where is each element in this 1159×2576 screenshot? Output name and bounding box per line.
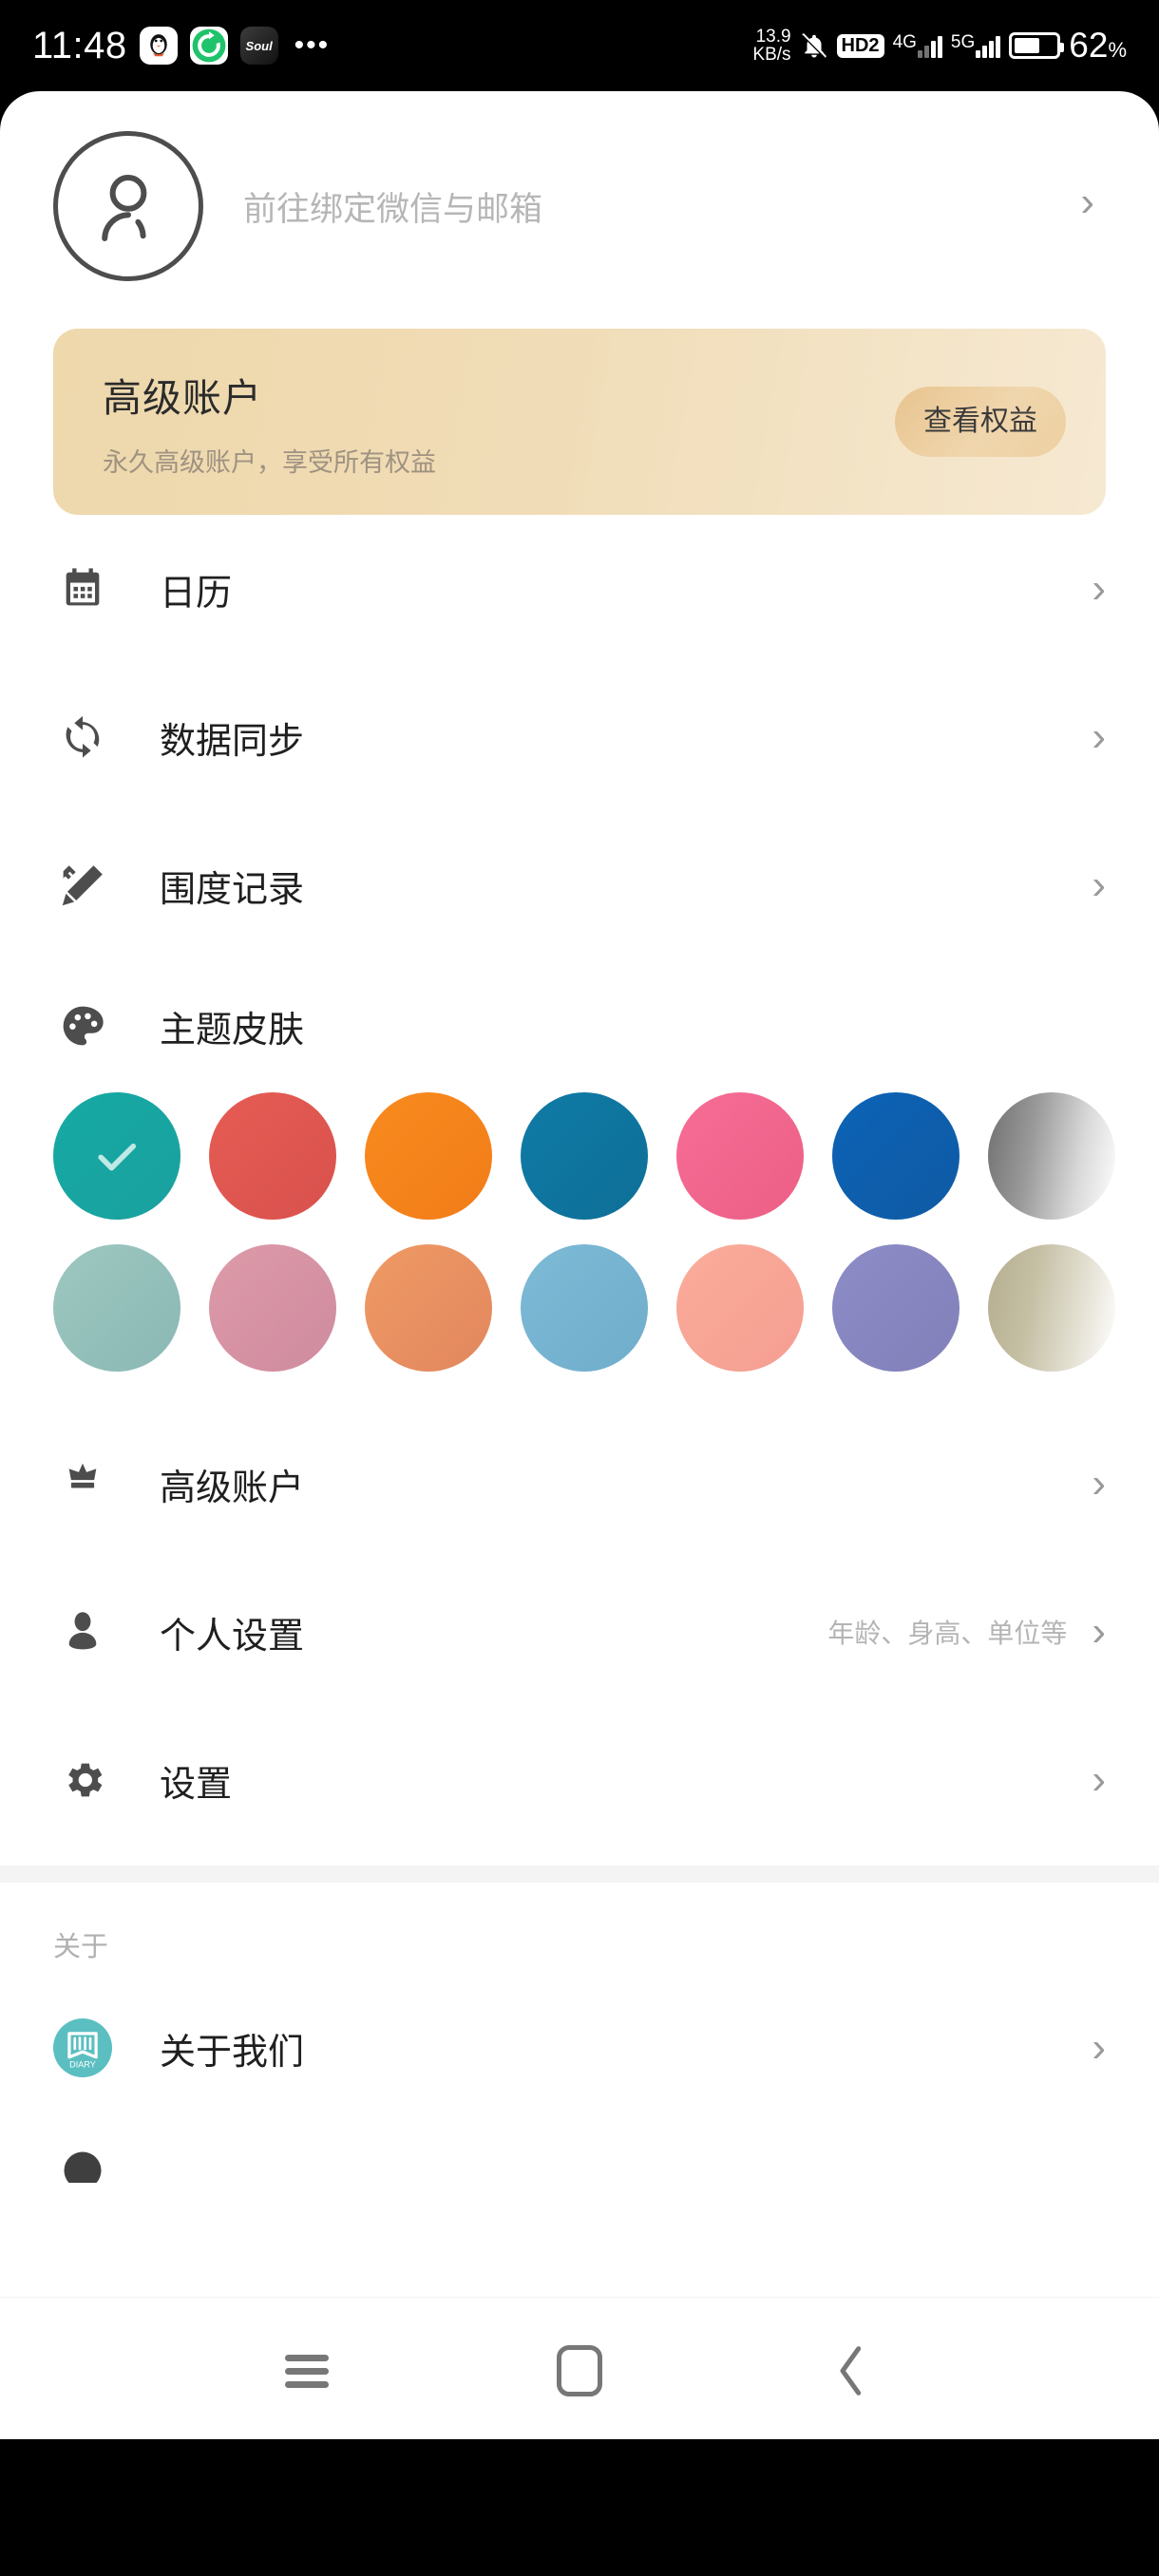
signal-bars-2	[976, 33, 1001, 58]
menu-item-label: 数据同步	[160, 721, 305, 762]
menu-item-measurement-records[interactable]: 围度记录 ›	[53, 811, 1106, 959]
status-bar-left: 11:48 Soul •••	[32, 25, 330, 67]
crown-icon	[53, 1459, 112, 1508]
menu-item-settings[interactable]: 设置 ›	[53, 1706, 1106, 1854]
theme-swatch-teal[interactable]	[53, 1092, 180, 1220]
theme-swatch-khaki-fade[interactable]	[988, 1244, 1115, 1372]
battery-icon	[1009, 32, 1065, 59]
premium-banner-text: 高级账户 永久高级账户，享受所有权益	[103, 366, 436, 479]
chevron-right-icon: ›	[1080, 179, 1094, 225]
premium-banner[interactable]: 高级账户 永久高级账户，享受所有权益 查看权益	[53, 329, 1106, 515]
theme-swatch-pink[interactable]	[676, 1092, 804, 1220]
battery-percent: 62%	[1069, 26, 1127, 66]
signal-4g: 4G	[893, 33, 942, 58]
menu-item-label: 关于我们	[160, 2032, 305, 2073]
sync-green-icon	[189, 27, 228, 65]
battery-unit: %	[1108, 38, 1127, 62]
qq-icon	[139, 27, 178, 65]
palette-icon	[53, 1001, 112, 1051]
android-nav-bar	[0, 2302, 1159, 2439]
theme-swatch-blue-teal[interactable]	[521, 1092, 648, 1220]
person-icon	[53, 1607, 112, 1657]
back-chevron-icon[interactable]	[795, 2333, 909, 2409]
calendar-icon	[53, 564, 112, 614]
premium-banner-subtitle: 永久高级账户，享受所有权益	[103, 447, 436, 477]
battery-value: 62	[1069, 26, 1109, 65]
premium-banner-title: 高级账户	[103, 375, 262, 420]
menu-item-label: 围度记录	[160, 869, 305, 910]
theme-swatch-gray-fade[interactable]	[988, 1092, 1115, 1220]
soul-icon: Soul	[239, 27, 278, 65]
chevron-right-icon: ›	[1092, 565, 1106, 612]
network-speed-value: 13.9	[755, 26, 791, 47]
network-speed: 13.9 KB/s	[752, 26, 791, 65]
theme-swatch-row-1	[0, 1092, 1159, 1220]
avatar[interactable]	[53, 131, 203, 281]
menu-item-theme-skin[interactable]: 主题皮肤	[53, 959, 1106, 1092]
status-time: 11:48	[32, 24, 127, 66]
theme-swatch-periwinkle[interactable]	[832, 1244, 960, 1372]
diary-app-icon-circle: DIARY	[53, 2018, 112, 2077]
menu-item-label: 日历	[160, 573, 233, 614]
menu-item-premium-account[interactable]: 高级账户 ›	[53, 1410, 1106, 1558]
theme-swatch-orange[interactable]	[365, 1092, 492, 1220]
bind-account-text: 前往绑定微信与邮箱	[243, 190, 543, 228]
menu-group-secondary: 高级账户 › 个人设置 年龄、身高、单位等 › 设置 ›	[0, 1410, 1159, 1854]
theme-swatch-strong-blue[interactable]	[832, 1092, 960, 1220]
theme-swatch-light-blue[interactable]	[521, 1244, 648, 1372]
status-bar-right: 13.9 KB/s HD2 4G 5G 62%	[752, 26, 1127, 66]
recent-apps-icon[interactable]	[250, 2333, 364, 2409]
theme-swatch-soft-orange[interactable]	[365, 1244, 492, 1372]
menu-item-label: 设置	[160, 1764, 233, 1805]
chevron-right-icon: ›	[1092, 2024, 1106, 2071]
ruler-pencil-icon	[53, 861, 112, 910]
chevron-right-icon: ›	[1092, 1460, 1106, 1506]
menu-item-hint: 年龄、身高、单位等	[827, 1619, 1068, 1648]
network-label-4g: 4G	[892, 32, 917, 52]
chevron-right-icon: ›	[1092, 1756, 1106, 1803]
menu-item-partial-cutoff[interactable]	[53, 2122, 1106, 2183]
scroll-container[interactable]: 前往绑定微信与邮箱 › 高级账户 永久高级账户，享受所有权益 查看权益 日历 ›…	[0, 91, 1159, 2297]
network-speed-unit: KB/s	[752, 45, 791, 65]
menu-group-about: DIARY 关于我们 ›	[0, 1974, 1159, 2183]
menu-group-primary: 日历 › 数据同步 › 围度记录 › 主题皮肤	[0, 515, 1159, 1092]
view-benefits-button[interactable]: 查看权益	[895, 387, 1066, 457]
theme-swatch-dusty-pink[interactable]	[209, 1244, 336, 1372]
theme-swatch-salmon[interactable]	[676, 1244, 804, 1372]
menu-item-calendar[interactable]: 日历 ›	[53, 515, 1106, 663]
signal-5g: 5G	[950, 32, 1001, 58]
mute-bell-icon	[800, 31, 828, 60]
app-sheet: 前往绑定微信与邮箱 › 高级账户 永久高级账户，享受所有权益 查看权益 日历 ›…	[0, 91, 1159, 2439]
check-icon	[98, 1143, 137, 1171]
hd-badge: HD2	[836, 33, 884, 58]
menu-item-personal-settings[interactable]: 个人设置 年龄、身高、单位等 ›	[53, 1558, 1106, 1706]
network-label-5g: 5G	[950, 32, 976, 52]
about-section-title: 关于	[53, 1932, 109, 1962]
diary-app-icon: DIARY	[53, 2018, 112, 2077]
menu-item-label: 主题皮肤	[160, 1010, 305, 1051]
chevron-right-icon: ›	[1092, 713, 1106, 760]
menu-item-label: 高级账户	[160, 1468, 305, 1508]
profile-header[interactable]: 前往绑定微信与邮箱 ›	[0, 91, 1159, 313]
menu-item-about-us[interactable]: DIARY 关于我们 ›	[53, 1974, 1106, 2122]
section-divider	[0, 1866, 1159, 1883]
menu-item-label: 个人设置	[160, 1616, 305, 1657]
svg-text:DIARY: DIARY	[69, 2059, 96, 2069]
partial-icon	[53, 2122, 112, 2183]
phone-screen: 11:48 Soul ••• 13.9 KB/s HD2 4G 5G 62% 前…	[0, 0, 1159, 2576]
user-avatar-icon	[102, 175, 147, 241]
status-overflow-icon: •••	[294, 29, 331, 61]
theme-swatch-red[interactable]	[209, 1092, 336, 1220]
gear-icon	[53, 1755, 112, 1805]
theme-swatch-picker	[0, 1092, 1159, 1410]
theme-swatch-muted-teal[interactable]	[53, 1244, 180, 1372]
home-square-icon[interactable]	[522, 2333, 636, 2409]
status-bar: 11:48 Soul ••• 13.9 KB/s HD2 4G 5G 62%	[0, 0, 1159, 91]
theme-swatch-row-2	[0, 1244, 1159, 1372]
chevron-right-icon: ›	[1092, 1608, 1106, 1655]
chevron-right-icon: ›	[1092, 862, 1106, 908]
menu-item-data-sync[interactable]: 数据同步 ›	[53, 663, 1106, 811]
sync-icon	[53, 712, 112, 762]
signal-bars-1	[917, 33, 942, 58]
